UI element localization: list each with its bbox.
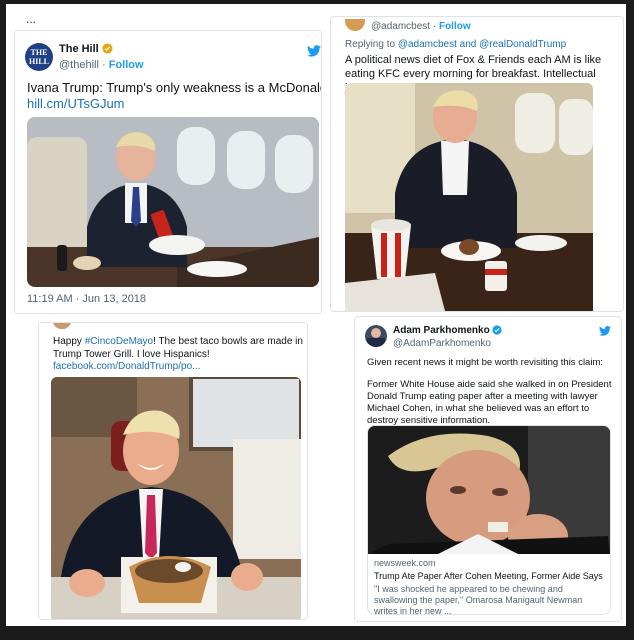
tweet-text-body: Ivana Trump: Trump's only weakness is a … <box>27 80 321 95</box>
tweet-photo[interactable] <box>345 83 593 311</box>
tweet-text-main: Former White House aide said she walked … <box>367 379 612 426</box>
link-card-domain: newsweek.com <box>374 558 436 568</box>
account-name[interactable]: Adam Parkhomenko <box>393 325 490 336</box>
photo-eating-paper <box>368 426 610 558</box>
tweet-card-cinco-de-mayo[interactable]: Happy #CincoDeMayo! The best taco bowls … <box>38 322 308 620</box>
reply-handles[interactable]: @adamcbest and @realDonaldTrump <box>398 39 566 50</box>
tweet-link[interactable]: hill.cm/UTsGJum <box>27 96 125 111</box>
account-name-row: The Hill <box>59 43 113 55</box>
tweet-photo[interactable] <box>51 377 301 619</box>
handle[interactable]: @thehill <box>59 59 99 71</box>
link-card[interactable]: newsweek.com Trump Ate Paper After Cohen… <box>367 425 611 615</box>
photo-kfc-meal <box>345 83 593 311</box>
screenshot-root: { "page": { "ellipsis": "..." }, "tweet1… <box>0 0 634 640</box>
twitter-bird-icon[interactable] <box>307 45 321 57</box>
handle[interactable]: @AdamParkhomenko <box>393 338 491 349</box>
avatar[interactable] <box>345 19 365 31</box>
avatar-text-bottom: HILL <box>28 57 49 66</box>
tweet-text-start: Happy <box>53 336 85 347</box>
handle-row: @thehill · Follow <box>59 59 144 71</box>
handle-row: @adamcbest · Follow <box>371 21 471 32</box>
tweet-timestamp[interactable]: 11:19 AM · Jun 13, 2018 <box>27 293 146 305</box>
tweet-link[interactable]: facebook.com/DonaldTrump/po... <box>53 361 200 372</box>
tweet-text: Ivana Trump: Trump's only weakness is a … <box>27 79 321 96</box>
avatar-face <box>371 328 381 338</box>
avatar-suit <box>367 338 385 347</box>
link-card-title[interactable]: Trump Ate Paper After Cohen Meeting, For… <box>374 571 606 581</box>
ellipsis-text: ... <box>26 12 37 26</box>
link-card-description: "I was shocked he appeared to be chewing… <box>374 584 583 615</box>
tweet-photo[interactable] <box>27 117 319 287</box>
account-name[interactable]: The Hill <box>59 43 99 55</box>
tweet-text-intro: Given recent news it might be worth revi… <box>367 357 604 368</box>
photo-jet-interior <box>27 117 319 287</box>
follow-button[interactable]: Follow <box>109 59 144 71</box>
tweet-card-adamcbest[interactable]: @adamcbest · Follow Replying to @adamcbe… <box>330 16 624 312</box>
avatar-text-top: THE <box>30 48 48 57</box>
tweet-text: Happy #CincoDeMayo! The best taco bowls … <box>53 335 303 361</box>
photo-taco-bowl <box>51 377 301 619</box>
avatar[interactable] <box>365 325 387 347</box>
avatar[interactable] <box>53 323 71 329</box>
twitter-bird-icon[interactable] <box>599 326 611 336</box>
follow-button[interactable]: Follow <box>439 21 471 32</box>
link-card-image <box>368 426 610 558</box>
verified-badge-icon <box>492 325 503 335</box>
account-name-row: Adam Parkhomenko <box>393 325 503 336</box>
avatar[interactable]: THE HILL <box>25 43 53 71</box>
handle[interactable]: @adamcbest <box>371 21 430 32</box>
reply-prefix: Replying to <box>345 39 396 50</box>
hashtag-link[interactable]: #CincoDeMayo <box>85 336 153 347</box>
verified-badge-icon <box>102 43 113 54</box>
reply-context: Replying to @adamcbest and @realDonaldTr… <box>345 39 566 50</box>
tweet-card-thehill[interactable]: THE HILL The Hill @thehill · Follow Ivan… <box>14 30 322 314</box>
separator-dot: · <box>101 59 109 71</box>
tweet-card-parkhomenko[interactable]: Adam Parkhomenko @AdamParkhomenko Given … <box>354 316 622 622</box>
collage-canvas: ... THE HILL The Hill @thehill · Follow … <box>6 4 626 626</box>
